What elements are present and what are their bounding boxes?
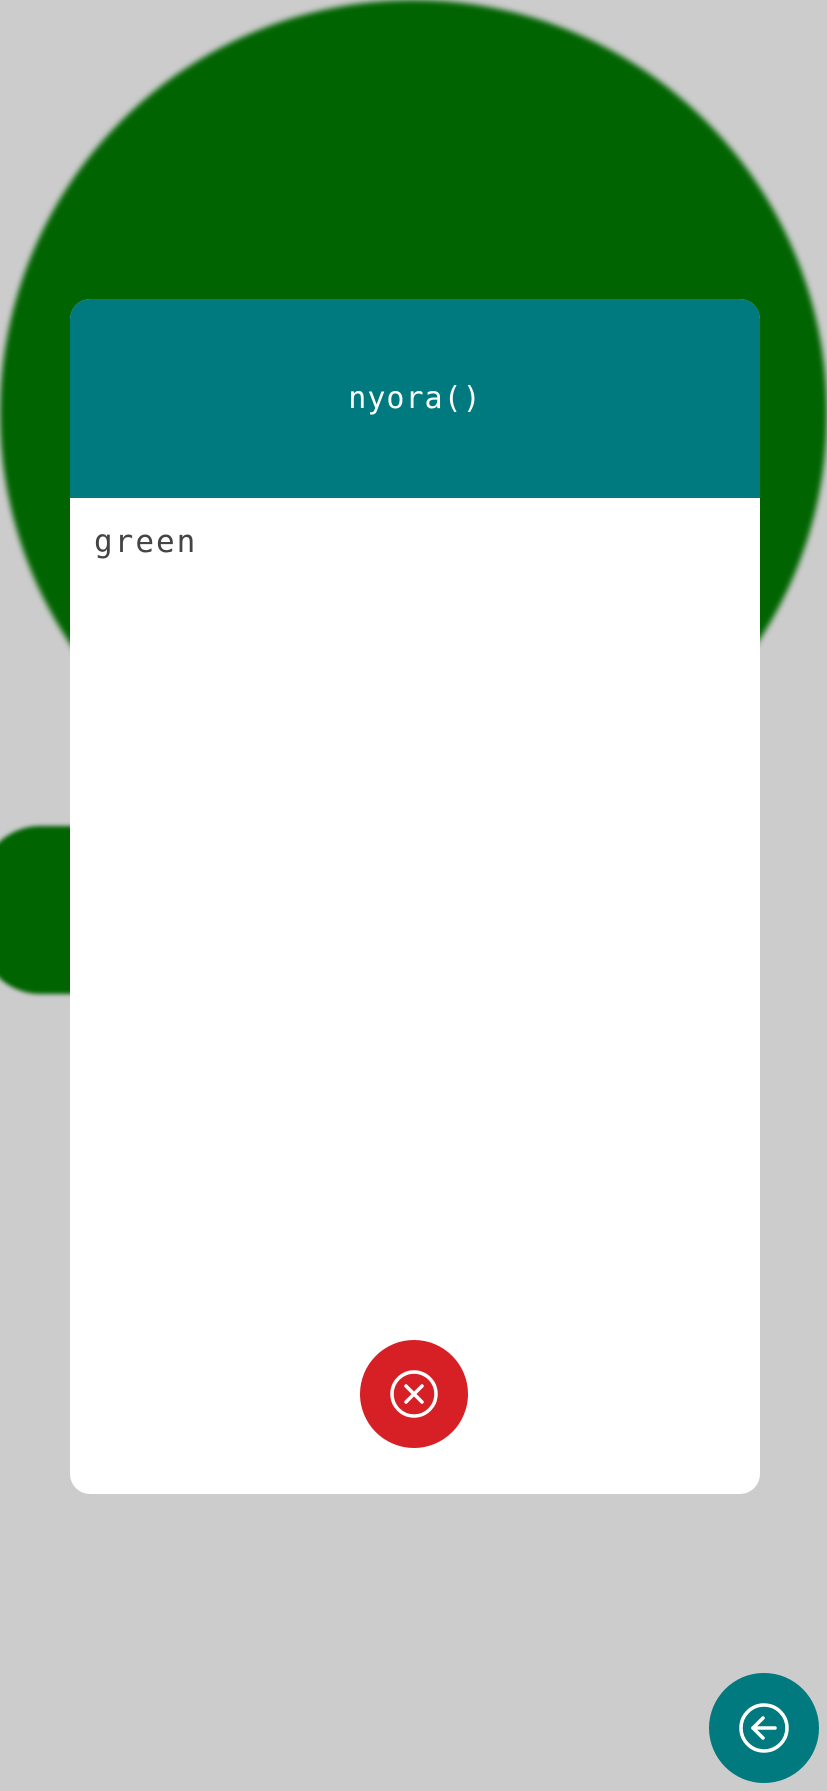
close-circle-icon [390,1370,438,1418]
close-button[interactable] [360,1340,468,1448]
dialog: nyora() green [70,299,760,1494]
dialog-body: green [70,498,760,586]
arrow-left-circle-icon [739,1703,789,1753]
dialog-title: nyora() [348,381,482,416]
back-button[interactable] [709,1673,819,1783]
dialog-header: nyora() [70,299,760,498]
dialog-body-text: green [94,524,198,560]
